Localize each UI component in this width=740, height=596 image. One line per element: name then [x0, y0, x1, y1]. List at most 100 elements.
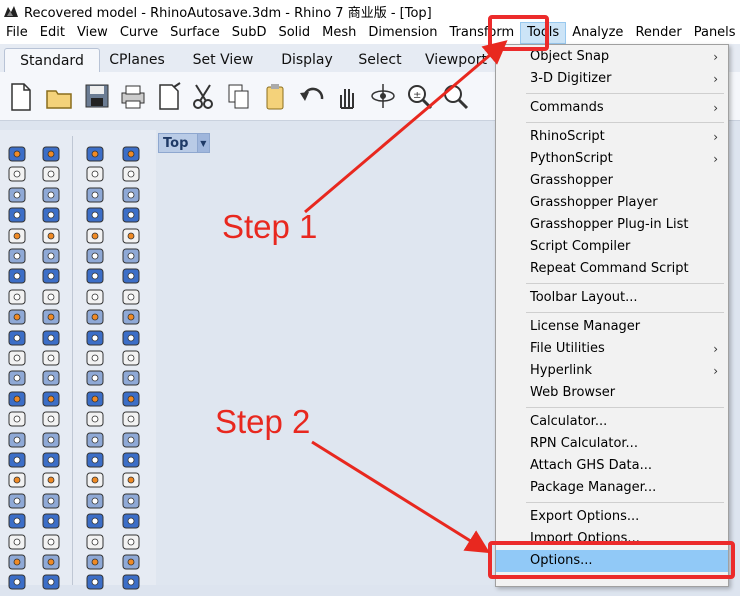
menu-panels[interactable]: Panels — [688, 22, 740, 44]
menu-item-label: Grasshopper Plug-in List — [530, 217, 689, 232]
menu-item-attach-ghs-data[interactable]: Attach GHS Data... — [496, 455, 728, 477]
zoom-icon[interactable]: ± — [402, 78, 436, 114]
menu-item-license-manager[interactable]: License Manager — [496, 316, 728, 338]
tab-set-view[interactable]: Set View — [180, 48, 266, 72]
menu-item-label: 3-D Digitizer — [530, 71, 612, 86]
cut-icon[interactable] — [186, 78, 220, 114]
menu-surface[interactable]: Surface — [164, 22, 226, 44]
tab-select[interactable]: Select — [348, 48, 412, 72]
menu-item-hyperlink[interactable]: Hyperlink › — [496, 360, 728, 382]
new-file-icon[interactable] — [4, 78, 38, 114]
step-2-label: Step 2 — [215, 403, 311, 440]
menu-curve[interactable]: Curve — [114, 22, 164, 44]
lights-icon[interactable] — [2, 568, 32, 596]
menu-item-label: Calculator... — [530, 414, 608, 429]
menu-item-label: Grasshopper — [530, 173, 613, 188]
menu-item-grasshopper[interactable]: Grasshopper — [496, 170, 728, 192]
menu-mesh[interactable]: Mesh — [316, 22, 362, 44]
viewport-label: Top — [163, 135, 189, 151]
submenu-chevron-icon: › — [713, 364, 718, 378]
zoom-window-icon[interactable] — [438, 78, 472, 114]
pan-hand-icon[interactable] — [330, 78, 364, 114]
menu-separator — [526, 283, 724, 284]
menu-item-export-options[interactable]: Export Options... — [496, 506, 728, 528]
tab-display[interactable]: Display — [270, 48, 344, 72]
window-title: Recovered model - RhinoAutosave.3dm - Rh… — [24, 5, 432, 21]
print-icon[interactable] — [116, 78, 150, 114]
left-tool-palette — [0, 130, 157, 590]
submenu-chevron-icon: › — [713, 72, 718, 86]
menu-analyze[interactable]: Analyze — [566, 22, 629, 44]
tab-standard[interactable]: Standard — [4, 48, 100, 73]
menu-dimension[interactable]: Dimension — [362, 22, 443, 44]
group-icon[interactable] — [80, 568, 110, 596]
tab-cplanes[interactable]: CPlanes — [98, 48, 176, 72]
menu-subd[interactable]: SubD — [226, 22, 273, 44]
menu-bar: File Edit View Curve Surface SubD Solid Mesh Dim… — [0, 22, 740, 44]
menu-item-repeat-command-script[interactable]: Repeat Command Script — [496, 258, 728, 280]
viewport-menu-arrow-icon[interactable]: ▼ — [196, 134, 209, 152]
menu-item-label: Grasshopper Player — [530, 195, 658, 210]
menu-item-label: Toolbar Layout... — [530, 290, 638, 305]
menu-item-grasshopper-player[interactable]: Grasshopper Player — [496, 192, 728, 214]
menu-item-label: Package Manager... — [530, 480, 657, 495]
menu-edit[interactable]: Edit — [34, 22, 71, 44]
menu-item-pythonscript[interactable]: PythonScript › — [496, 148, 728, 170]
submenu-chevron-icon: › — [713, 342, 718, 356]
menu-item-label: Web Browser — [530, 385, 616, 400]
viewport-title-tab[interactable]: Top ▼ — [158, 133, 210, 153]
options-item-highlight — [488, 541, 735, 579]
menu-item-toolbar-layout[interactable]: Toolbar Layout... — [496, 287, 728, 309]
menu-item-script-compiler[interactable]: Script Compiler — [496, 236, 728, 258]
menu-item-label: RhinoScript — [530, 129, 605, 144]
menu-separator — [526, 502, 724, 503]
undo-icon[interactable] — [294, 78, 328, 114]
menu-item-label: Script Compiler — [530, 239, 631, 254]
menu-item-label: Hyperlink — [530, 363, 593, 378]
paste-icon[interactable] — [258, 78, 292, 114]
menu-render[interactable]: Render — [629, 22, 687, 44]
menu-item-web-browser[interactable]: Web Browser — [496, 382, 728, 404]
palette-divider — [72, 136, 73, 585]
menu-item-label: Export Options... — [530, 509, 640, 524]
top-viewport[interactable]: Top ▼ — [156, 130, 496, 585]
menu-item-rhinoscript[interactable]: RhinoScript › — [496, 126, 728, 148]
import-icon[interactable] — [152, 78, 186, 114]
menu-view[interactable]: View — [71, 22, 114, 44]
menu-item-commands[interactable]: Commands › — [496, 97, 728, 119]
submenu-chevron-icon: › — [713, 130, 718, 144]
tools-menu-highlight — [488, 15, 549, 51]
menu-item-calculator[interactable]: Calculator... — [496, 411, 728, 433]
rotate-view-icon[interactable] — [366, 78, 400, 114]
menu-separator — [526, 407, 724, 408]
menu-separator — [526, 93, 724, 94]
menu-item-label: PythonScript — [530, 151, 613, 166]
menu-item-package-manager[interactable]: Package Manager... — [496, 477, 728, 499]
menu-item-label: License Manager — [530, 319, 641, 334]
submenu-chevron-icon: › — [713, 101, 718, 115]
menu-item-3-d-digitizer[interactable]: 3-D Digitizer › — [496, 68, 728, 90]
menu-item-label: Attach GHS Data... — [530, 458, 653, 473]
menu-solid[interactable]: Solid — [272, 22, 316, 44]
open-folder-icon[interactable] — [42, 78, 76, 114]
menu-file[interactable]: File — [0, 22, 34, 44]
step-1-label: Step 1 — [222, 208, 318, 245]
palette-aux2-21-icon[interactable] — [116, 568, 146, 596]
menu-item-label: Commands — [530, 100, 604, 115]
title-bar: Recovered model - RhinoAutosave.3dm - Rh… — [0, 0, 740, 22]
menu-item-grasshopper-plug-in-list[interactable]: Grasshopper Plug-in List — [496, 214, 728, 236]
menu-item-label: Repeat Command Script — [530, 261, 689, 276]
save-icon[interactable] — [80, 78, 114, 114]
tab-viewport[interactable]: Viewport — [416, 48, 496, 72]
tools-menu-dropdown: Object Snap › 3-D Digitizer › Commands › Rhino… — [495, 44, 729, 587]
copy-icon[interactable] — [222, 78, 256, 114]
submenu-chevron-icon: › — [713, 152, 718, 166]
svg-text:±: ± — [413, 90, 421, 101]
menu-separator — [526, 122, 724, 123]
menu-item-label: File Utilities — [530, 341, 605, 356]
menu-item-rpn-calculator[interactable]: RPN Calculator... — [496, 433, 728, 455]
palette-aux-21-icon[interactable] — [36, 568, 66, 596]
submenu-chevron-icon: › — [713, 50, 718, 64]
menu-item-label: RPN Calculator... — [530, 436, 638, 451]
menu-item-file-utilities[interactable]: File Utilities › — [496, 338, 728, 360]
